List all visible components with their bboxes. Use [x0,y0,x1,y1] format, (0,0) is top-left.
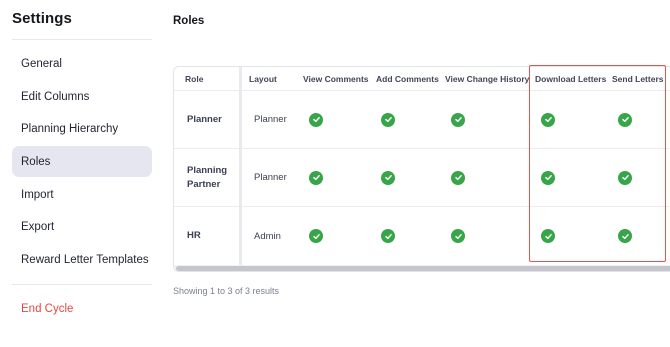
check-circle-icon [618,170,632,185]
check-circle-icon [309,170,323,185]
permission-download-letters[interactable] [541,91,555,148]
check-circle-icon [451,229,465,243]
roles-table: Role Layout View Comments Add Comments V… [173,66,670,272]
permission-download-letters[interactable] [541,149,555,206]
check-circle-icon [309,229,323,243]
permission-add-comments[interactable] [381,91,395,148]
role-name: Planner [187,91,222,148]
check-circle-icon [451,170,465,185]
role-name-line: Planning [187,164,228,176]
table-row: HR Admin [174,207,670,265]
table-row: Planning Partner Planner [174,149,670,207]
permission-send-letters[interactable] [618,207,632,265]
permission-download-letters[interactable] [541,207,555,265]
check-circle-icon [309,112,323,127]
role-layout: Planner [254,172,287,183]
check-circle-icon [541,229,555,243]
sidebar: Settings General Edit Columns Planning H… [0,0,163,347]
nav-item-general[interactable]: General [12,48,152,79]
scrollbar-thumb[interactable] [176,266,670,271]
nav-item-reward-letter-templates[interactable]: Reward Letter Templates [12,244,152,275]
column-header-view-comments[interactable]: View Comments [303,67,369,90]
sidebar-title: Settings [12,10,72,27]
results-count: Showing 1 to 3 of 3 results [173,286,280,296]
column-header-add-comments[interactable]: Add Comments [376,67,439,90]
main-content: Roles Role Layout View Comments Add Comm… [163,0,670,347]
permission-send-letters[interactable] [618,149,632,206]
role-name-line: Planner [187,113,222,125]
horizontal-scrollbar[interactable] [174,265,670,271]
check-circle-icon [381,170,395,185]
permission-view-change-history[interactable] [451,207,465,265]
nav-item-roles[interactable]: Roles [12,146,152,177]
permission-view-comments[interactable] [309,207,323,265]
check-circle-icon [618,112,632,127]
sidebar-divider-top [12,39,152,40]
column-header-role[interactable]: Role [185,67,203,90]
nav-item-edit-columns[interactable]: Edit Columns [12,81,152,112]
role-name-line: Partner [187,178,221,190]
role-layout: Admin [254,230,281,242]
column-header-view-change-history[interactable]: View Change History [445,67,529,90]
role-name-line: HR [187,230,201,241]
nav-item-import[interactable]: Import [12,179,152,210]
check-circle-icon [381,229,395,243]
check-circle-icon [618,229,632,243]
nav-item-export[interactable]: Export [12,211,152,242]
role-name: Planning Partner [187,149,227,206]
table-row: Planner Planner [174,91,670,149]
page-title: Roles [173,15,205,27]
role-layout: Planner [254,114,287,125]
check-circle-icon [451,112,465,127]
sticky-column-divider [239,67,242,265]
permission-add-comments[interactable] [381,207,395,265]
sidebar-divider-bottom [12,284,152,285]
check-circle-icon [541,112,555,127]
permission-view-comments[interactable] [309,91,323,148]
role-name: HR [187,207,201,265]
check-circle-icon [381,112,395,127]
nav-item-planning-hierarchy[interactable]: Planning Hierarchy [12,113,152,144]
column-header-layout[interactable]: Layout [249,67,277,90]
check-circle-icon [541,170,555,185]
permission-view-comments[interactable] [309,149,323,206]
end-cycle-button[interactable]: End Cycle [12,293,152,324]
column-header-download-letters[interactable]: Download Letters [535,67,606,90]
column-header-send-letters[interactable]: Send Letters [612,67,664,90]
permission-view-change-history[interactable] [451,91,465,148]
permission-add-comments[interactable] [381,149,395,206]
permission-send-letters[interactable] [618,91,632,148]
table-header-row: Role Layout View Comments Add Comments V… [174,67,670,91]
permission-view-change-history[interactable] [451,149,465,206]
